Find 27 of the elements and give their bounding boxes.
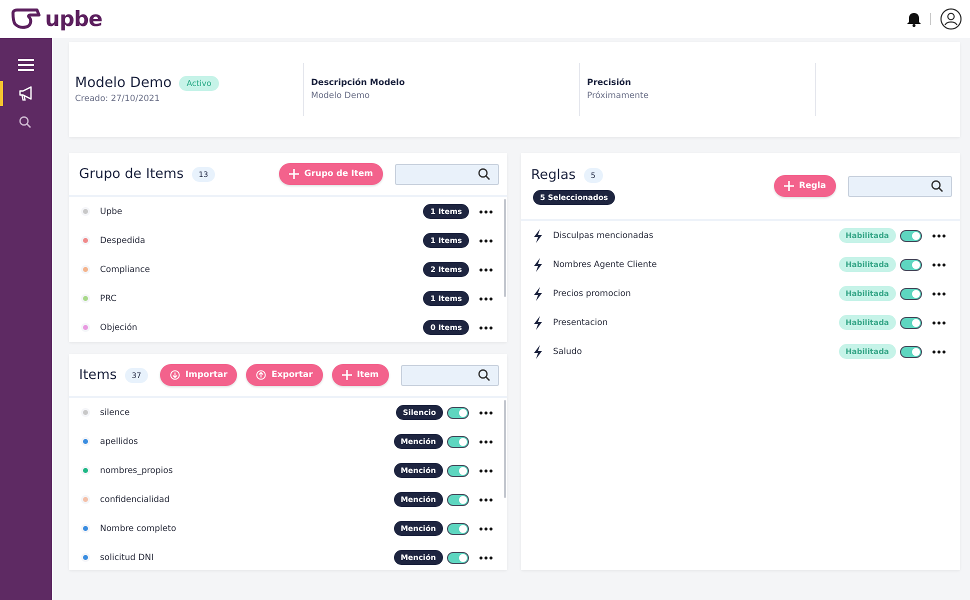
row-label[interactable]: PRC <box>98 294 416 304</box>
row-label[interactable]: apellidos <box>98 436 386 446</box>
created-date: Creado: 27/10/2021 <box>75 94 161 104</box>
row-label[interactable]: Presentacion <box>551 318 830 328</box>
field-value: Modelo Demo <box>311 91 371 101</box>
row-label[interactable]: silence <box>98 408 388 418</box>
field-label: Precisión <box>587 78 632 88</box>
row-label[interactable]: nombres_propios <box>98 466 386 476</box>
row-label[interactable]: solicitud DNI <box>98 552 386 562</box>
row-label[interactable]: Compliance <box>98 264 416 274</box>
row-label[interactable]: Saludo <box>551 346 830 356</box>
panel-title: Items <box>79 367 117 383</box>
field-label: Descripción Modelo <box>311 78 406 88</box>
row-label[interactable]: Disculpas mencionadas <box>551 230 830 240</box>
row-label[interactable]: Nombres Agente Cliente <box>551 260 830 270</box>
row-label[interactable]: Despedida <box>98 236 416 246</box>
panel-title: Grupo de Items <box>79 166 184 182</box>
status-badge: Activo <box>178 76 220 90</box>
row-label[interactable]: Objeción <box>98 322 416 332</box>
panel-title: Reglas <box>531 167 576 183</box>
row-label[interactable]: Upbe <box>98 206 416 216</box>
row-label[interactable]: Nombre completo <box>98 524 386 534</box>
row-label[interactable]: Precios promocion <box>551 288 830 298</box>
field-value: Próximamente <box>587 91 650 101</box>
row-label[interactable]: confidencialidad <box>98 494 386 504</box>
brand-logo: upbe <box>45 7 102 31</box>
model-title: Modelo Demo <box>75 75 172 91</box>
